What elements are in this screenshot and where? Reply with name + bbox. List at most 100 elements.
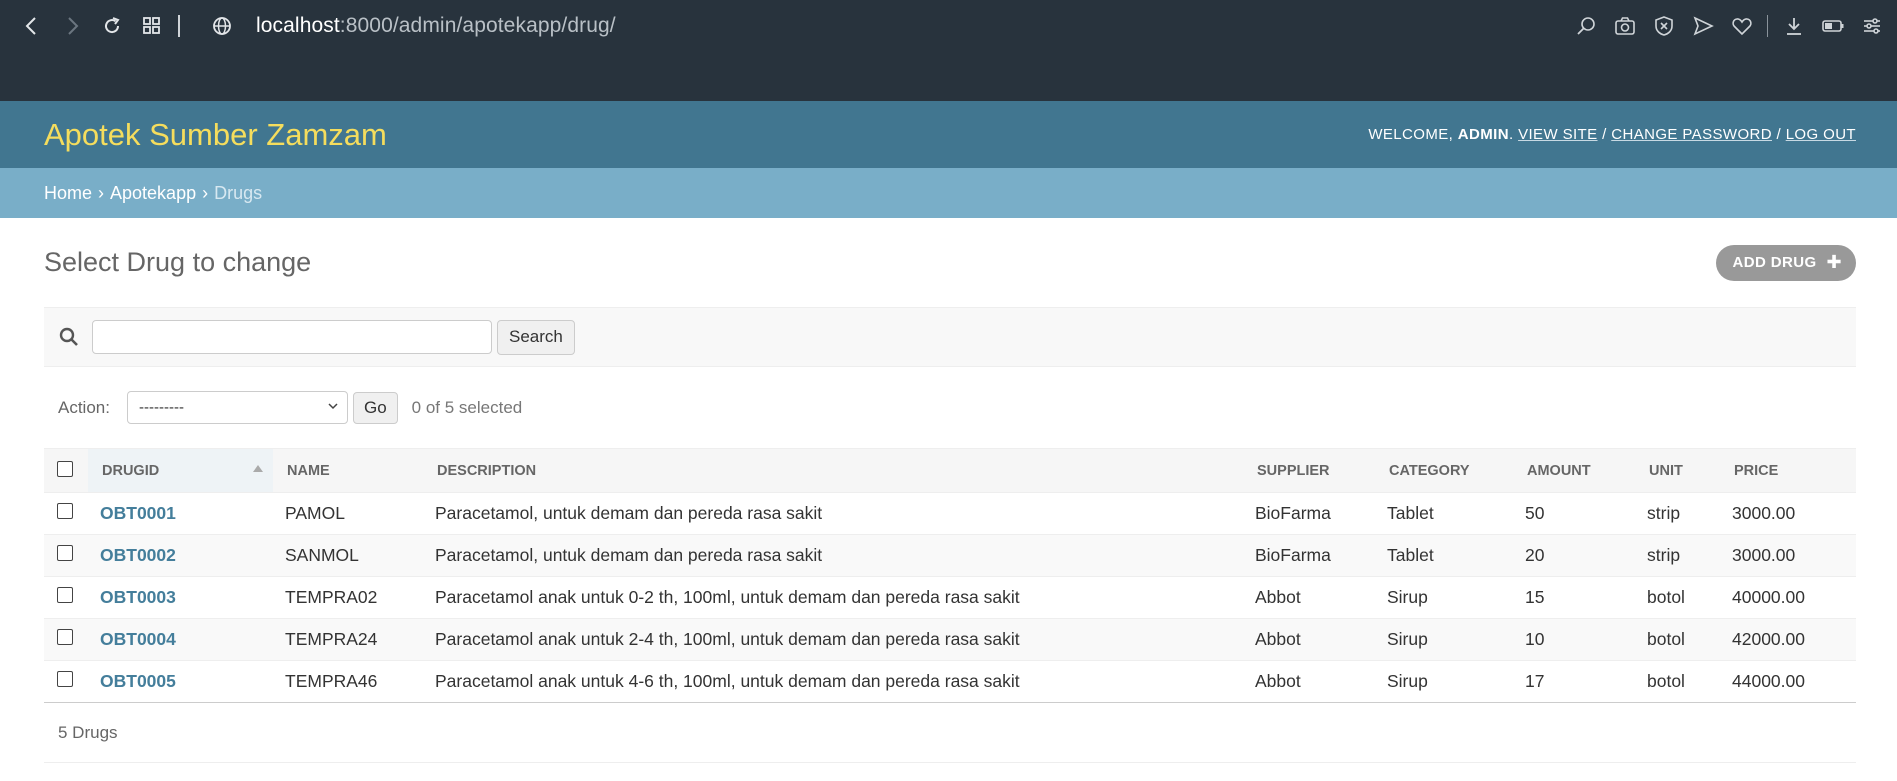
browser-toolbar: localhost:8000/admin/apotekapp/drug/ bbox=[0, 0, 1897, 101]
chevron-down-icon bbox=[327, 399, 339, 416]
sort-ascending-icon[interactable] bbox=[253, 465, 263, 472]
breadcrumb-home[interactable]: Home bbox=[44, 183, 92, 204]
row-checkbox[interactable] bbox=[57, 587, 73, 603]
go-button[interactable]: Go bbox=[352, 391, 398, 424]
price-cell: 3000.00 bbox=[1720, 492, 1856, 535]
change-password-link[interactable]: CHANGE PASSWORD bbox=[1611, 126, 1772, 143]
description-cell: Paracetamol, untuk demam dan pereda rasa… bbox=[423, 492, 1243, 535]
category-cell: Tablet bbox=[1375, 492, 1513, 535]
column-header-label: PRICE bbox=[1734, 462, 1779, 479]
row-checkbox[interactable] bbox=[57, 503, 73, 519]
add-drug-button[interactable]: ADD DRUG ✚ bbox=[1716, 244, 1856, 281]
search-input[interactable] bbox=[92, 320, 492, 354]
action-select[interactable]: --------- bbox=[126, 391, 348, 424]
column-header-category[interactable]: CATEGORY bbox=[1375, 448, 1513, 493]
shield-block-icon[interactable] bbox=[1644, 6, 1683, 46]
supplier-cell: BioFarma bbox=[1243, 534, 1375, 577]
drug-link[interactable]: OBT0004 bbox=[100, 629, 176, 649]
battery-icon[interactable] bbox=[1813, 6, 1852, 46]
category-cell: Sirup bbox=[1375, 660, 1513, 703]
heart-icon[interactable] bbox=[1722, 6, 1761, 46]
table-row: OBT0003 TEMPRA02 Paracetamol anak untuk … bbox=[44, 576, 1856, 619]
column-header-unit[interactable]: UNIT bbox=[1635, 448, 1720, 493]
welcome-dot: . bbox=[1508, 126, 1519, 143]
tabs-grid-icon[interactable] bbox=[132, 6, 172, 46]
drugid-cell: OBT0003 bbox=[88, 576, 273, 619]
column-header-price[interactable]: PRICE bbox=[1720, 448, 1856, 493]
price-cell: 42000.00 bbox=[1720, 618, 1856, 661]
row-checkbox[interactable] bbox=[57, 671, 73, 687]
forward-icon[interactable] bbox=[52, 6, 92, 46]
back-icon[interactable] bbox=[12, 6, 52, 46]
drugid-cell: OBT0004 bbox=[88, 618, 273, 661]
row-checkbox[interactable] bbox=[57, 545, 73, 561]
supplier-cell: Abbot bbox=[1243, 576, 1375, 619]
amount-cell: 20 bbox=[1513, 534, 1635, 577]
category-cell: Sirup bbox=[1375, 618, 1513, 661]
unit-cell: botol bbox=[1635, 618, 1720, 661]
plus-icon: ✚ bbox=[1826, 252, 1842, 272]
column-header-label: CATEGORY bbox=[1389, 462, 1470, 479]
row-select-cell bbox=[44, 492, 88, 535]
user-tools: WELCOME, ADMIN. VIEW SITE / CHANGE PASSW… bbox=[1368, 126, 1856, 143]
unit-cell: botol bbox=[1635, 576, 1720, 619]
supplier-cell: Abbot bbox=[1243, 660, 1375, 703]
unit-cell: strip bbox=[1635, 534, 1720, 577]
log-out-link[interactable]: LOG OUT bbox=[1786, 126, 1856, 143]
supplier-cell: BioFarma bbox=[1243, 492, 1375, 535]
table-row: OBT0001 PAMOL Paracetamol, untuk demam d… bbox=[44, 492, 1856, 535]
select-all-checkbox[interactable] bbox=[57, 460, 73, 477]
paginator: 5 Drugs bbox=[44, 703, 1856, 763]
results-table: DRUGID NAME DESCRIPTION SUPPLIER CATEGOR… bbox=[44, 448, 1856, 703]
description-cell: Paracetamol anak untuk 0-2 th, 100ml, un… bbox=[423, 576, 1243, 619]
name-cell: SANMOL bbox=[273, 534, 423, 577]
drug-link[interactable]: OBT0001 bbox=[100, 503, 176, 523]
page-title: Select Drug to change bbox=[44, 247, 312, 277]
description-cell: Paracetamol anak untuk 2-4 th, 100ml, un… bbox=[423, 618, 1243, 661]
column-header-description[interactable]: DESCRIPTION bbox=[423, 448, 1243, 493]
column-header-supplier[interactable]: SUPPLIER bbox=[1243, 448, 1375, 493]
price-cell: 40000.00 bbox=[1720, 576, 1856, 619]
column-header-label: AMOUNT bbox=[1527, 462, 1591, 479]
column-header-drugid[interactable]: DRUGID bbox=[88, 448, 273, 493]
username: ADMIN bbox=[1457, 126, 1509, 143]
search-page-icon[interactable] bbox=[1566, 6, 1605, 46]
drugid-cell: OBT0002 bbox=[88, 534, 273, 577]
download-icon[interactable] bbox=[1774, 6, 1813, 46]
select-all-cell bbox=[44, 448, 88, 493]
send-icon[interactable] bbox=[1683, 6, 1722, 46]
toolbar-divider bbox=[178, 15, 180, 37]
column-header-name[interactable]: NAME bbox=[273, 448, 423, 493]
site-info-icon[interactable] bbox=[202, 6, 242, 46]
drug-link[interactable]: OBT0005 bbox=[100, 671, 176, 691]
site-branding[interactable]: Apotek Sumber Zamzam bbox=[44, 117, 387, 153]
row-select-cell bbox=[44, 618, 88, 661]
column-header-label: SUPPLIER bbox=[1257, 462, 1330, 479]
column-header-amount[interactable]: AMOUNT bbox=[1513, 448, 1635, 493]
table-header-row: DRUGID NAME DESCRIPTION SUPPLIER CATEGOR… bbox=[44, 448, 1856, 493]
breadcrumb-app[interactable]: Apotekapp bbox=[110, 183, 196, 204]
add-drug-label: ADD DRUG bbox=[1732, 254, 1817, 271]
drug-link[interactable]: OBT0003 bbox=[100, 587, 176, 607]
search-button[interactable]: Search bbox=[497, 319, 575, 355]
breadcrumb-separator: › bbox=[202, 182, 209, 203]
url-path: :8000/admin/apotekapp/drug/ bbox=[339, 14, 616, 37]
site-header: Apotek Sumber Zamzam WELCOME, ADMIN. VIE… bbox=[0, 101, 1897, 168]
settings-sliders-icon[interactable] bbox=[1852, 6, 1891, 46]
category-cell: Tablet bbox=[1375, 534, 1513, 577]
reload-icon[interactable] bbox=[92, 6, 132, 46]
toolbar-divider bbox=[1767, 15, 1768, 37]
camera-icon[interactable] bbox=[1605, 6, 1644, 46]
breadcrumb-current: Drugs bbox=[214, 182, 263, 203]
row-checkbox[interactable] bbox=[57, 629, 73, 645]
column-header-label: UNIT bbox=[1649, 462, 1683, 479]
category-cell: Sirup bbox=[1375, 576, 1513, 619]
row-select-cell bbox=[44, 576, 88, 619]
result-count: 5 Drugs bbox=[58, 722, 118, 742]
drug-link[interactable]: OBT0002 bbox=[100, 545, 176, 565]
breadcrumb-separator: › bbox=[98, 182, 105, 203]
address-bar[interactable]: localhost:8000/admin/apotekapp/drug/ bbox=[256, 14, 616, 38]
view-site-link[interactable]: VIEW SITE bbox=[1518, 126, 1597, 143]
unit-cell: botol bbox=[1635, 660, 1720, 703]
selected-count: 0 of 5 selected bbox=[411, 397, 523, 417]
